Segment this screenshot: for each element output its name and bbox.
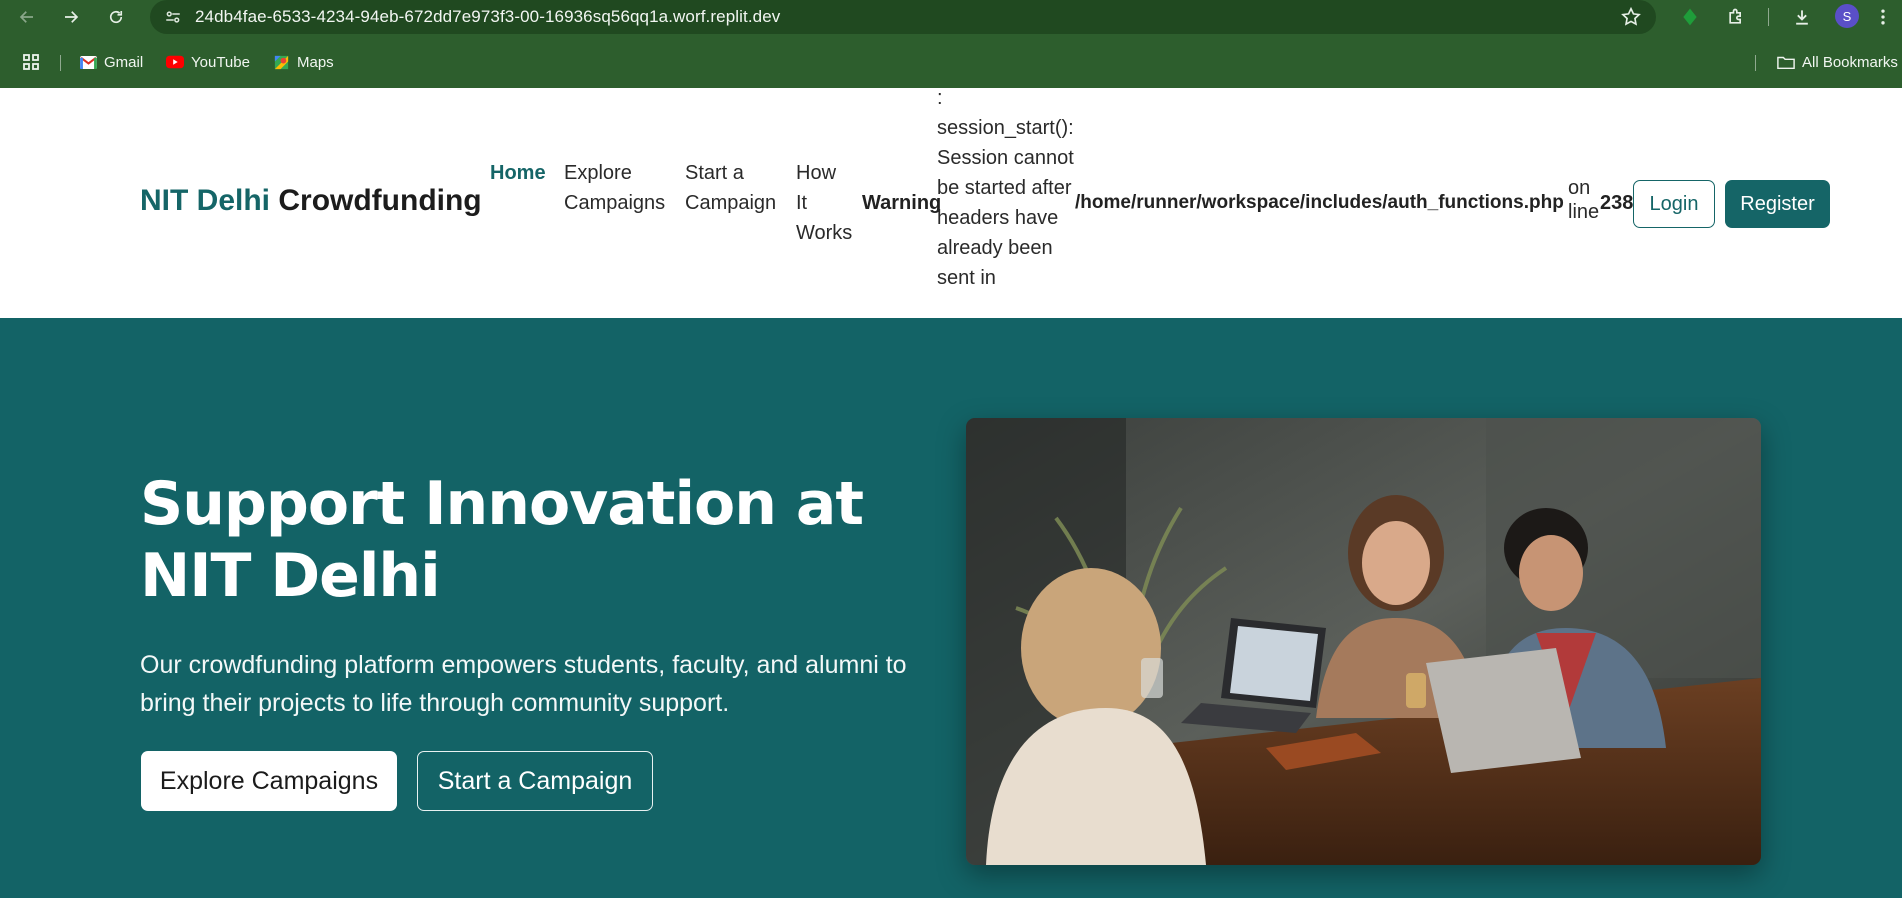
warning-line: :: [937, 87, 943, 109]
site-logo[interactable]: NIT Delhi Crowdfunding: [140, 184, 482, 218]
browser-chrome: 24db4fae-6533-4234-94eb-672dd7e973f3-00-…: [0, 0, 1902, 88]
bookmark-maps[interactable]: Maps: [272, 50, 334, 74]
nav-home[interactable]: Home: [490, 158, 546, 188]
hero-subtitle: Our crowdfunding platform empowers stude…: [140, 651, 907, 717]
url-text[interactable]: 24db4fae-6533-4234-94eb-672dd7e973f3-00-…: [195, 7, 780, 27]
download-icon[interactable]: [1790, 5, 1814, 29]
bookmark-label: Maps: [297, 53, 334, 71]
profile-avatar[interactable]: S: [1835, 4, 1859, 28]
php-warning-path: /home/runner/workspace/includes/auth_fun…: [1075, 192, 1564, 213]
nav-how-line: Works: [796, 222, 853, 244]
address-bar[interactable]: 24db4fae-6533-4234-94eb-672dd7e973f3-00-…: [150, 0, 1656, 34]
all-bookmarks-label: All Bookmarks: [1802, 53, 1898, 71]
warning-line: Session cannot: [937, 147, 1074, 169]
login-button[interactable]: Login: [1633, 180, 1715, 228]
warning-line: headers have: [937, 207, 1059, 229]
brand-accent: NIT Delhi: [140, 184, 271, 217]
extension-diamond-icon[interactable]: [1678, 5, 1702, 29]
nav-start-line: Start a: [685, 162, 744, 184]
nav-how-line: It: [796, 192, 808, 214]
register-button[interactable]: Register: [1725, 180, 1830, 228]
php-warning-label: Warning: [862, 192, 942, 214]
all-bookmarks[interactable]: All Bookmarks: [1777, 50, 1898, 74]
hero-photo: [966, 418, 1761, 865]
toolbar-separator: [1768, 8, 1769, 26]
brand-name: Crowdfunding: [270, 184, 482, 217]
nav-explore-campaigns[interactable]: Explore Campaigns: [564, 158, 665, 218]
php-warning-line-number: 238: [1600, 192, 1634, 214]
maps-icon: [272, 53, 290, 71]
warning-on: on: [1568, 177, 1591, 199]
bookmark-gmail[interactable]: Gmail: [79, 50, 143, 74]
reload-icon[interactable]: [103, 4, 129, 30]
nav-how-it-works[interactable]: How It Works: [796, 158, 852, 248]
site-settings-icon[interactable]: [164, 8, 182, 26]
hero-title: Support Innovation at NIT Delhi: [140, 469, 864, 611]
folder-icon: [1777, 53, 1795, 71]
extensions-puzzle-icon[interactable]: [1724, 5, 1748, 29]
explore-campaigns-button[interactable]: Explore Campaigns: [141, 751, 397, 811]
nav-start-line: Campaign: [685, 192, 777, 214]
warning-line: session_start():: [937, 117, 1074, 139]
menu-kebab-icon[interactable]: [1876, 5, 1890, 29]
bookmark-label: Gmail: [104, 53, 144, 71]
nav-start-campaign[interactable]: Start a Campaign: [685, 158, 776, 218]
warning-line-word: line: [1568, 201, 1600, 223]
bookmarks-separator: [60, 55, 61, 71]
hero-photo-illustration: [966, 418, 1761, 865]
warning-line: sent in: [937, 267, 996, 289]
bookmarks-bar: Gmail YouTube Maps All Bookmarks: [0, 46, 1902, 78]
gmail-icon: [79, 53, 97, 71]
apps-grid-icon[interactable]: [22, 50, 40, 74]
site-header: NIT Delhi Crowdfunding Home Explore Camp…: [0, 87, 1902, 318]
php-warning-message: : session_start(): Session cannot be sta…: [937, 83, 1087, 293]
bookmark-star-icon[interactable]: [1620, 6, 1642, 28]
browser-toolbar: 24db4fae-6533-4234-94eb-672dd7e973f3-00-…: [0, 0, 1902, 34]
warning-line: be started after: [937, 177, 1072, 199]
nav-explore-line: Explore: [564, 162, 632, 184]
bookmark-youtube[interactable]: YouTube: [166, 50, 250, 74]
bookmarks-separator: [1755, 55, 1756, 71]
php-warning-on-line: on line: [1568, 176, 1599, 224]
nav-explore-line: Campaigns: [564, 192, 666, 214]
forward-icon[interactable]: [58, 4, 84, 30]
start-campaign-button[interactable]: Start a Campaign: [417, 751, 653, 811]
youtube-icon: [166, 53, 184, 71]
bookmark-label: YouTube: [191, 53, 250, 71]
warning-line: already been: [937, 237, 1053, 259]
back-icon[interactable]: [14, 4, 40, 30]
hero-section: Support Innovation at NIT Delhi Our crow…: [0, 318, 1902, 898]
nav-how-line: How: [796, 162, 837, 184]
